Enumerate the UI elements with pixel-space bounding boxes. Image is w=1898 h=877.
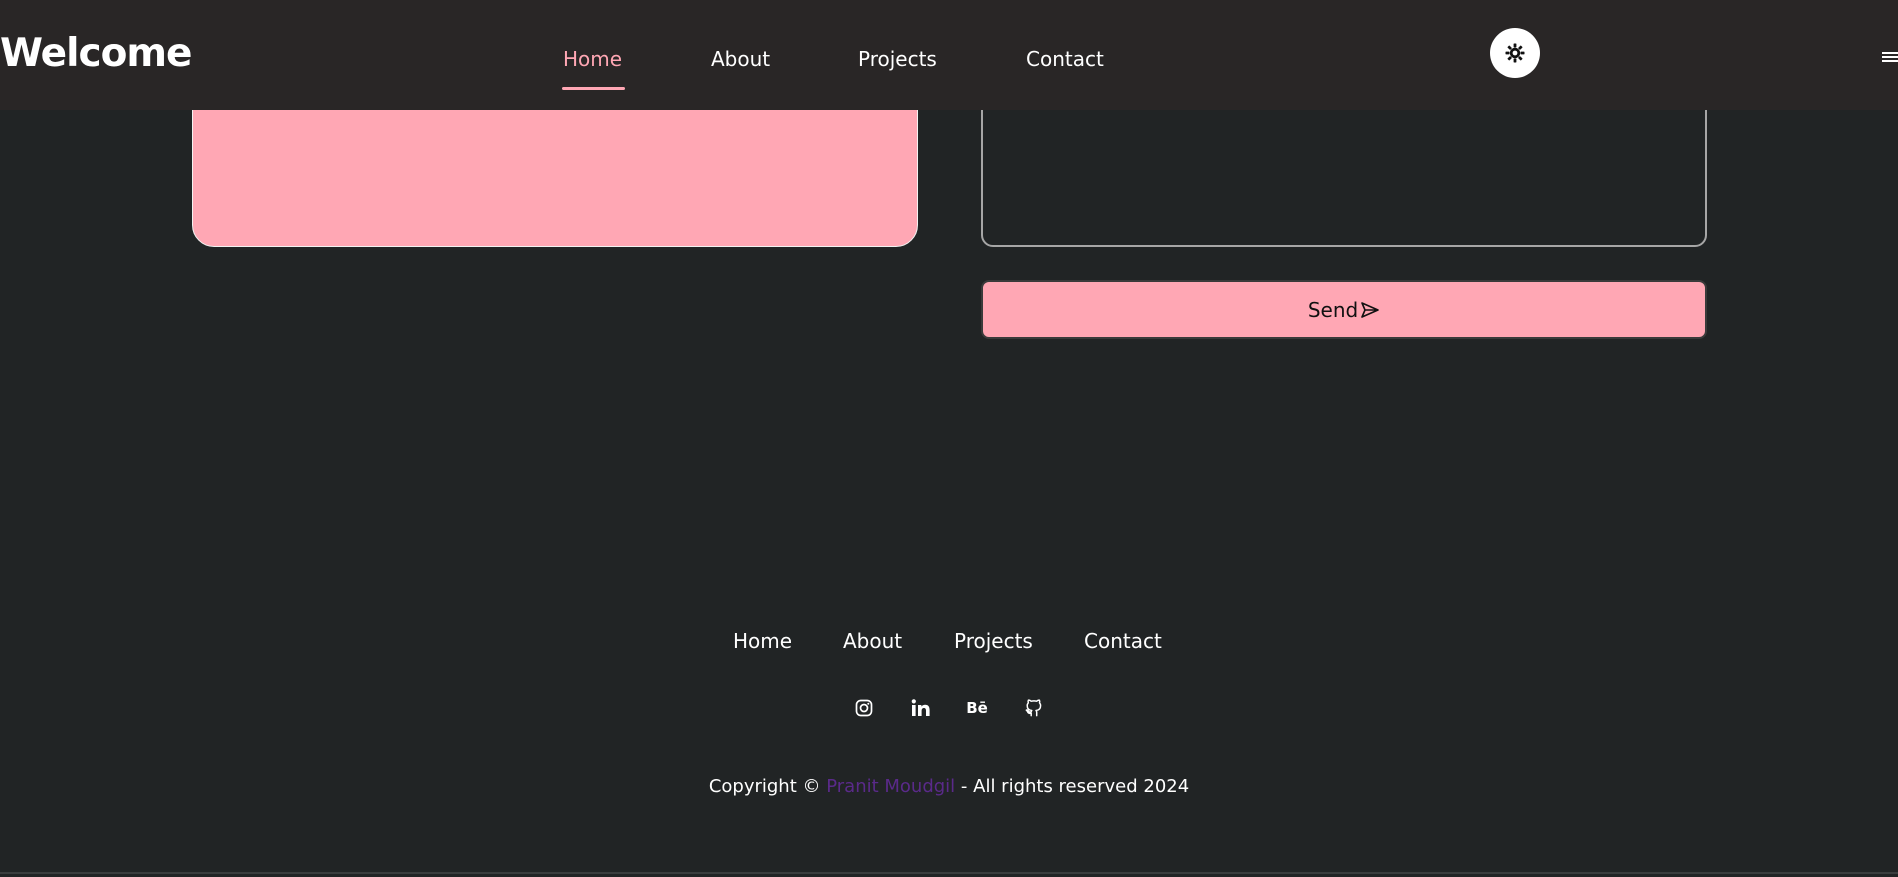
behance-icon[interactable]: Bē	[966, 697, 988, 719]
nav-link-projects[interactable]: Projects	[858, 47, 937, 71]
copyright-owner-link[interactable]: Pranit Moudgil	[826, 776, 955, 797]
github-icon[interactable]	[1023, 697, 1045, 719]
linkedin-icon[interactable]	[910, 697, 932, 719]
footer-link-home[interactable]: Home	[733, 629, 792, 653]
nav-link-about[interactable]: About	[711, 47, 770, 71]
paper-plane-icon	[1361, 301, 1379, 318]
footer-nav: Home About Projects Contact	[0, 629, 1898, 653]
send-button-label: Send	[1307, 297, 1359, 322]
page-bottom-divider	[0, 872, 1898, 874]
sun-icon	[1505, 43, 1525, 63]
footer-link-about[interactable]: About	[843, 629, 902, 653]
nav-link-home[interactable]: Home	[563, 47, 622, 71]
copyright-prefix: Copyright ©	[708, 776, 827, 797]
active-nav-underline	[562, 87, 625, 90]
instagram-icon[interactable]	[853, 697, 875, 719]
footer-link-projects[interactable]: Projects	[954, 629, 1033, 653]
hamburger-icon[interactable]	[1882, 52, 1898, 64]
site-header: Welcome Home About Projects Contact	[0, 0, 1898, 110]
send-button[interactable]: Send	[981, 280, 1707, 339]
main-nav: Home About Projects Contact	[0, 47, 1898, 71]
nav-link-contact[interactable]: Contact	[1026, 47, 1104, 71]
footer-link-contact[interactable]: Contact	[1084, 629, 1162, 653]
copyright-suffix: - All rights reserved 2024	[955, 776, 1190, 797]
theme-toggle-button[interactable]	[1490, 28, 1540, 78]
copyright-text: Copyright © Pranit Moudgil - All rights …	[0, 776, 1898, 798]
